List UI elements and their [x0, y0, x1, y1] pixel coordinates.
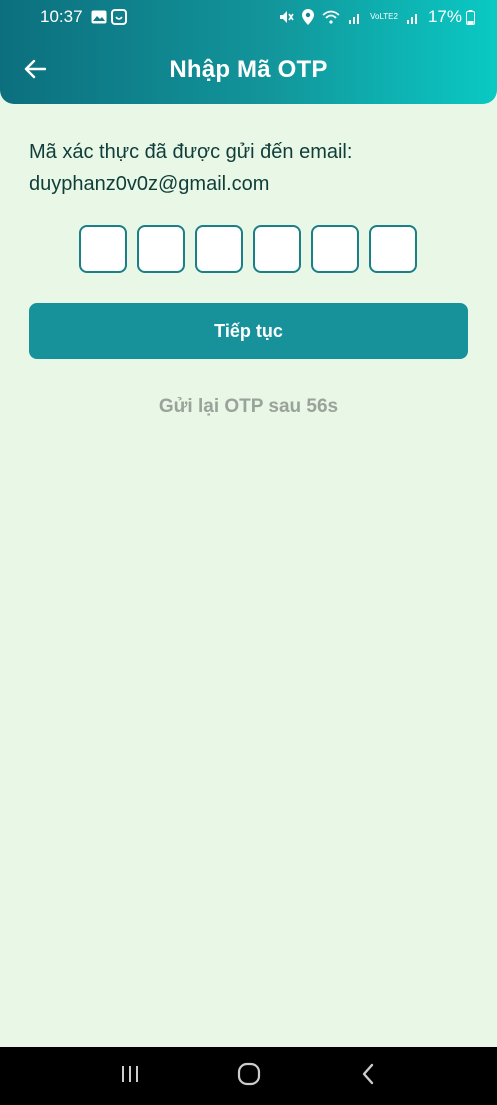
otp-message-line: Mã xác thực đã được gửi đến email: [29, 141, 353, 163]
otp-email: duyphanz0v0z@gmail.com [29, 173, 270, 195]
home-button[interactable] [229, 1056, 269, 1096]
arrow-left-icon [24, 59, 47, 84]
nav-back-button[interactable] [348, 1056, 388, 1096]
status-bar: 10:37 VoLTE2 17% [0, 0, 497, 34]
recent-apps-icon [119, 1064, 141, 1089]
page-title: Nhập Mã OTP [169, 56, 328, 83]
system-nav-bar [0, 1047, 497, 1105]
gallery-icon [91, 10, 107, 24]
header: 10:37 VoLTE2 17% Nhập Mã OTP [0, 0, 497, 104]
battery-percent: 17% [427, 7, 462, 26]
status-right: VoLTE2 17% [278, 7, 479, 27]
back-button[interactable] [20, 56, 50, 86]
chevron-left-icon [360, 1062, 376, 1091]
mute-icon [278, 9, 294, 25]
otp-digit-6[interactable] [369, 225, 417, 273]
otp-digit-5[interactable] [311, 225, 359, 273]
otp-digit-3[interactable] [195, 225, 243, 273]
otp-digit-2[interactable] [137, 225, 185, 273]
app-bar: Nhập Mã OTP [0, 42, 497, 98]
home-icon [237, 1062, 261, 1091]
recent-apps-button[interactable] [110, 1056, 150, 1096]
status-time: 10:37 [40, 7, 83, 26]
otp-message: Mã xác thực đã được gửi đến email: duyph… [29, 136, 469, 200]
otp-digit-1[interactable] [79, 225, 127, 273]
battery-icon [466, 9, 475, 25]
resend-otp-countdown: Gửi lại OTP sau 56s [158, 396, 339, 417]
signal-icon [348, 10, 362, 24]
wifi-icon [322, 10, 340, 24]
location-icon [302, 9, 315, 25]
signal-2-icon [406, 10, 420, 24]
otp-input-row [79, 225, 417, 273]
continue-button[interactable]: Tiếp tục [29, 303, 468, 359]
otp-digit-4[interactable] [253, 225, 301, 273]
volte-icon: VoLTE2 [370, 12, 398, 21]
app-notification-icon [110, 9, 127, 25]
